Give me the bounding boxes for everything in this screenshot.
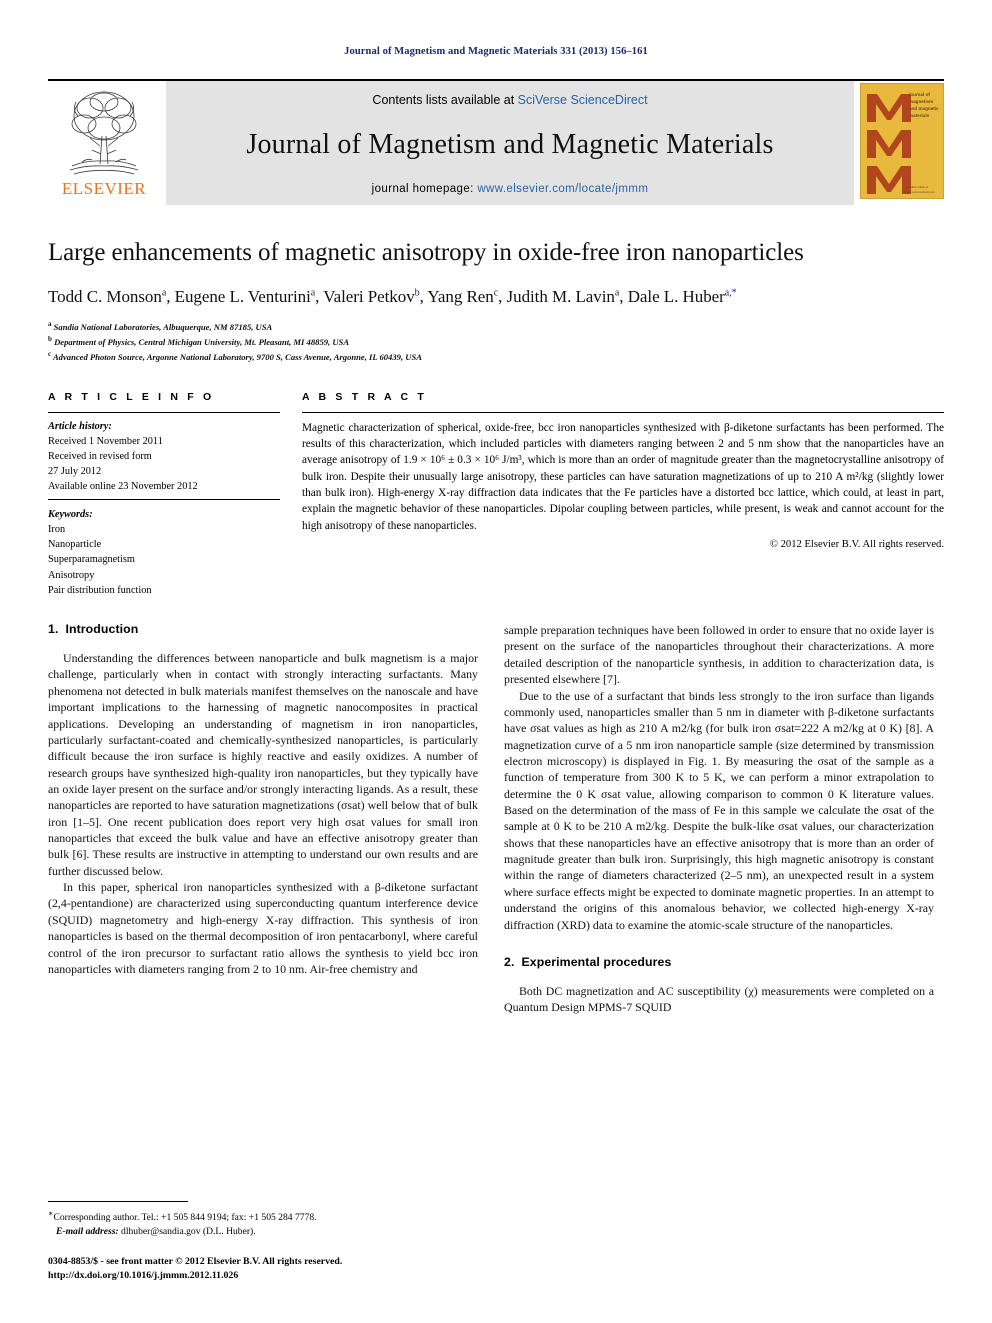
- article-history: Article history: Received 1 November 201…: [48, 413, 280, 500]
- info-abstract-row: A R T I C L E I N F O Article history: R…: [48, 391, 944, 599]
- body-columns: 1. Introduction Understanding the differe…: [48, 622, 944, 1016]
- section-heading-introduction: 1. Introduction: [48, 622, 478, 636]
- journal-title: Journal of Magnetism and Magnetic Materi…: [246, 129, 774, 160]
- journal-banner: Contents lists available at SciVerse Sci…: [166, 81, 854, 205]
- page-title: Large enhancements of magnetic anisotrop…: [48, 239, 804, 266]
- journal-masthead: ELSEVIER Contents lists available at Sci…: [48, 79, 944, 205]
- affil-text: Sandia National Laboratories, Albuquerqu…: [53, 321, 273, 332]
- affiliation-b: b Department of Physics, Central Michiga…: [48, 334, 944, 349]
- keywords-label: Keywords:: [48, 508, 93, 520]
- author-list: Todd C. Monsona, Eugene L. Venturinia, V…: [48, 287, 737, 306]
- article-history-label: Article history:: [48, 420, 112, 432]
- author-name: Dale L. Huber: [627, 287, 725, 306]
- author-name: Todd C. Monson: [48, 287, 162, 306]
- section-heading-experimental: 2. Experimental procedures: [504, 955, 934, 969]
- intro-paragraph-2: In this paper, spherical iron nanopartic…: [48, 880, 478, 976]
- homepage-prefix: journal homepage:: [371, 183, 478, 195]
- affiliation-c: c Advanced Photon Source, Argonne Nation…: [48, 349, 944, 364]
- keywords-group: Keywords: Iron Nanoparticle Superparamag…: [48, 500, 280, 598]
- affil-marker: a: [48, 320, 52, 328]
- author-affil-marker: c: [493, 287, 499, 299]
- author-affil-marker: a: [161, 287, 167, 299]
- author-2: Valeri Petkovb: [323, 287, 419, 306]
- contents-prefix: Contents lists available at: [372, 93, 518, 107]
- affiliation-list: a Sandia National Laboratories, Albuquer…: [48, 319, 944, 365]
- affil-text: Department of Physics, Central Michigan …: [54, 337, 350, 348]
- article-info-heading: A R T I C L E I N F O: [48, 390, 215, 403]
- cover-title-text: journal of magnetism and magnetic materi…: [909, 92, 939, 118]
- section-number: 1.: [48, 622, 59, 637]
- experimental-paragraph-1: Both DC magnetization and AC susceptibil…: [504, 983, 934, 1015]
- footnote-area: ∗Corresponding author. Tel.: +1 505 844 …: [48, 1200, 478, 1283]
- author-1: Eugene L. Venturinia: [175, 287, 316, 306]
- issn-line: 0304-8853/$ - see front matter © 2012 El…: [48, 1255, 343, 1267]
- elsevier-tree-icon: [64, 86, 144, 178]
- body-column-left: 1. Introduction Understanding the differe…: [48, 622, 478, 1016]
- paper-page: Journal of Magnetism and Magnetic Materi…: [0, 0, 992, 1323]
- author-5: Dale L. Hubera,*: [628, 287, 737, 306]
- section-number: 2.: [504, 954, 515, 969]
- history-line-2: 27 July 2012: [48, 466, 102, 478]
- keyword-2: Superparamagnetism: [48, 554, 135, 566]
- abstract-column: A B S T R A C T Magnetic characterizatio…: [302, 391, 944, 599]
- author-affil-marker: a,*: [724, 287, 737, 299]
- keyword-3: Anisotropy: [48, 569, 95, 581]
- affil-marker: b: [48, 335, 52, 344]
- history-line-1: Received in revised form: [48, 450, 152, 462]
- affil-marker: c: [48, 350, 52, 359]
- running-head: Journal of Magnetism and Magnetic Materi…: [344, 46, 648, 57]
- email-note: E-mail address: dlhuber@sandia.gov (D.L.…: [48, 1225, 478, 1239]
- contents-lists-line: Contents lists available at SciVerse Sci…: [372, 93, 647, 107]
- author-name: Valeri Petkov: [323, 287, 415, 306]
- author-affil-marker: b: [414, 287, 420, 299]
- article-info-column: A R T I C L E I N F O Article history: R…: [48, 391, 280, 599]
- journal-cover-thumbnail[interactable]: journal of magnetism and magnetic materi…: [860, 83, 944, 199]
- author-0: Todd C. Monsona: [48, 287, 166, 306]
- abstract-heading: A B S T R A C T: [302, 390, 427, 403]
- corresponding-author-note: ∗Corresponding author. Tel.: +1 505 844 …: [48, 1208, 478, 1225]
- abstract-text: Magnetic characterization of spherical, …: [302, 421, 944, 532]
- author-3: Yang Renc: [427, 287, 498, 306]
- history-line-3: Available online 23 November 2012: [48, 481, 198, 493]
- elsevier-wordmark: ELSEVIER: [61, 179, 147, 198]
- author-name: Yang Ren: [427, 287, 494, 306]
- affil-text: Advanced Photon Source, Argonne National…: [52, 352, 422, 363]
- author-affil-marker: a: [614, 287, 620, 299]
- title-block: Large enhancements of magnetic anisotrop…: [48, 239, 944, 365]
- intro-paragraph-1: Understanding the differences between na…: [48, 651, 478, 878]
- footnote-rule: [48, 1200, 188, 1202]
- author-name: Judith M. Lavin: [506, 287, 615, 306]
- right-paragraph-2: Due to the use of a surfactant that bind…: [504, 688, 934, 932]
- elsevier-logo: ELSEVIER: [48, 81, 160, 205]
- sciencedirect-link[interactable]: SciVerse ScienceDirect: [518, 93, 648, 107]
- journal-homepage-line: journal homepage: www.elsevier.com/locat…: [372, 183, 649, 195]
- email-label: E-mail address:: [56, 1225, 119, 1237]
- corresponding-text: Corresponding author. Tel.: +1 505 844 9…: [53, 1211, 317, 1223]
- keyword-4: Pair distribution function: [48, 584, 152, 596]
- body-column-right: sample preparation techniques have been …: [504, 622, 934, 1016]
- right-continued-paragraph: sample preparation techniques have been …: [504, 623, 934, 687]
- issn-block: 0304-8853/$ - see front matter © 2012 El…: [48, 1255, 478, 1283]
- cover-footer-text: available online at www.sciencedirect.co…: [905, 185, 936, 194]
- email-address[interactable]: dlhuber@sandia.gov (D.L. Huber).: [121, 1226, 256, 1237]
- author-affil-marker: a: [310, 287, 316, 299]
- history-line-0: Received 1 November 2011: [48, 435, 163, 447]
- affiliation-a: a Sandia National Laboratories, Albuquer…: [48, 319, 944, 334]
- section-title: Experimental procedures: [521, 954, 672, 969]
- author-4: Judith M. Lavina: [507, 287, 620, 306]
- keyword-0: Iron: [48, 523, 66, 535]
- doi-link[interactable]: http://dx.doi.org/10.1016/j.jmmm.2012.11…: [48, 1269, 478, 1283]
- abstract-copyright: © 2012 Elsevier B.V. All rights reserved…: [769, 539, 944, 551]
- homepage-link[interactable]: www.elsevier.com/locate/jmmm: [477, 183, 648, 195]
- section-title: Introduction: [65, 622, 139, 637]
- author-name: Eugene L. Venturini: [174, 287, 311, 306]
- keyword-1: Nanoparticle: [48, 539, 102, 551]
